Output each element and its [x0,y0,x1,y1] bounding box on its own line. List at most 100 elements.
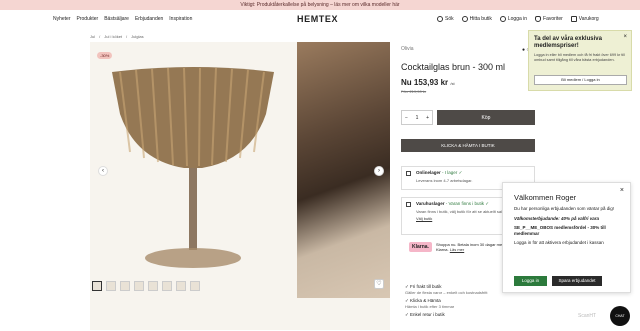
check-icon: ✓ [458,170,463,175]
offer-login-button[interactable]: Logga in [514,276,547,286]
heart-icon: ♡ [376,281,382,287]
thumbnail[interactable] [148,281,158,291]
favorites-button[interactable]: Favoriter [535,16,563,22]
find-store-button[interactable]: Hitta butik [461,16,492,22]
thumbnail[interactable] [176,281,186,291]
main-nav: Nyheter Produkter Bästsäljare Erbjudande… [53,16,192,22]
usp-title: Enkel retur i butik [410,312,445,317]
usp-list: ✓ Fri frakt till butik Gäller de flesta v… [405,284,487,321]
old-price: Förr 219,90 kr [401,89,535,94]
nav-item-produkter[interactable]: Produkter [77,16,99,22]
watermark: ScanHT [578,313,597,319]
favorite-button[interactable]: ♡ [374,279,384,289]
thumbnail[interactable] [92,281,102,291]
offer-welcome-line: Välkomsterbjudande: 40% på valfri vara [514,215,600,221]
offer-popup-title: Välkommen Roger [514,193,577,202]
breadcrumb-item[interactable]: Julglas [131,34,143,39]
buy-button[interactable]: Köp [437,110,535,125]
offer-popup: × Välkommen Roger Du har personliga erbj… [502,182,631,293]
usp-sub: Hämta i butik efter 3 timmar [405,304,455,309]
cart-label: Varukorg [578,16,599,22]
save-offer-button[interactable]: Spara erbjudandet [552,276,602,286]
cart-button[interactable]: Varukorg [570,16,599,22]
close-icon[interactable]: × [620,187,624,194]
nav-item-bastsaljare[interactable]: Bästsäljare [104,16,129,22]
breadcrumb: Jul / Jul i köket / Julglas [90,34,144,39]
header-utilities: Sök Hitta butik Logga in Favoriter Varuk… [437,16,599,22]
offer-member-line: SE_P__ME_OBOS medlemsfördel - 30% till m… [514,225,606,236]
store-stock-status: - Varan finns i butik [445,201,484,206]
member-popup: × Ta del av våra exklusiva medlemspriser… [528,30,632,91]
product-info: Olivia ● ○ Cocktailglas brun - 300 ml Nu… [401,46,535,94]
thumbnail[interactable] [134,281,144,291]
online-stock-status: - I lager [442,170,458,175]
check-icon: ✓ [405,284,409,289]
member-popup-body: Logga in eller bli medlem och få fri fra… [534,53,625,62]
offer-login-note: Logga in för att aktivera erbjudandet i … [514,240,604,245]
quantity-stepper[interactable]: − 1 + [401,110,433,125]
breadcrumb-item[interactable]: Jul i köket [104,34,122,39]
location-icon [461,16,468,22]
price-value: Nu 153,93 kr [401,78,449,87]
heart-icon [535,16,542,22]
usp-item: ✓ Fri frakt till butik Gäller de flesta v… [405,284,487,295]
qty-minus-button[interactable]: − [405,115,408,121]
check-icon: ✓ [405,298,409,303]
online-stock-title: Onlinelager [416,170,441,175]
discount-badge: -30% [97,52,113,59]
announcement-banner[interactable]: Viktigt: Produktåterkallelse på belysnin… [0,0,640,10]
check-icon: ✓ [485,201,490,206]
product-title: Cocktailglas brun - 300 ml [401,62,506,72]
check-icon: ✓ [405,312,409,317]
click-collect-button[interactable]: KLICKA & HÄMTA I BUTIK [401,139,535,152]
cocktail-glass-image [112,67,274,268]
site-logo[interactable]: HEMTEX [297,14,338,24]
offer-popup-intro: Du har personliga erbjudanden som väntar… [514,206,615,211]
qty-value[interactable]: 1 [416,115,419,121]
offer-popup-actions: Logga in Spara erbjudandet [514,276,602,286]
product-price: Nu 153,93 kr /st [401,78,535,87]
thumbnail[interactable] [190,281,200,291]
search-button[interactable]: Sök [437,16,454,22]
product-main-image[interactable] [90,42,296,278]
member-popup-title: Ta del av våra exklusiva medlemspriser! [534,36,602,49]
gallery-next-button[interactable]: › [374,166,384,176]
site-header: Nyheter Produkter Bästsäljare Erbjudande… [0,10,640,32]
favorites-label: Favoriter [543,16,563,22]
klarna-read-more-link[interactable]: Läs mer [450,247,464,252]
thumbnail[interactable] [120,281,130,291]
usp-item: ✓ Klicka & Hämta Hämta i butik efter 3 ti… [405,298,487,309]
usp-sub: Gäller de flesta varor – enkelt och kost… [405,290,488,295]
store-stock-checkbox[interactable] [406,202,411,207]
old-price-value: Förr 219,90 kr [401,89,427,94]
klarna-logo: Klarna. [409,242,432,252]
price-unit: /st [450,81,455,86]
thumbnail[interactable] [106,281,116,291]
nav-item-inspiration[interactable]: Inspiration [169,16,192,22]
product-brand[interactable]: Olivia [401,46,535,52]
klarna-info: Klarna. Shoppa nu. Betala inom 30 dagar … [409,242,509,252]
purchase-row: − 1 + Köp [401,110,535,125]
thumbnail[interactable] [162,281,172,291]
usp-title: Klicka & Hämta [410,298,441,303]
login-button[interactable]: Logga in [499,16,527,22]
usp-item: ✓ Enkel retur i butik [405,312,487,318]
nav-item-erbjudanden[interactable]: Erbjudanden [135,16,163,22]
online-stock-checkbox[interactable] [406,171,411,176]
breadcrumb-item[interactable]: Jul [90,34,95,39]
gallery-prev-button[interactable]: ‹ [98,166,108,176]
user-icon [499,16,506,22]
find-store-label: Hitta butik [469,16,492,22]
klarna-text: Shoppa nu. Betala inom 30 dagar med Klar… [435,242,505,252]
breadcrumb-separator: / [126,34,128,39]
cart-icon [570,16,577,22]
close-icon[interactable]: × [623,34,627,40]
usp-title: Fri frakt till butik [410,284,442,289]
store-stock-title: Varuhuslager [416,201,445,206]
chat-button[interactable]: CHAT [610,306,630,326]
qty-plus-button[interactable]: + [426,115,429,121]
member-login-button[interactable]: Bli medlem / Logga in [534,75,627,85]
nav-item-nyheter[interactable]: Nyheter [53,16,71,22]
search-label: Sök [445,16,454,22]
search-icon [437,16,443,22]
